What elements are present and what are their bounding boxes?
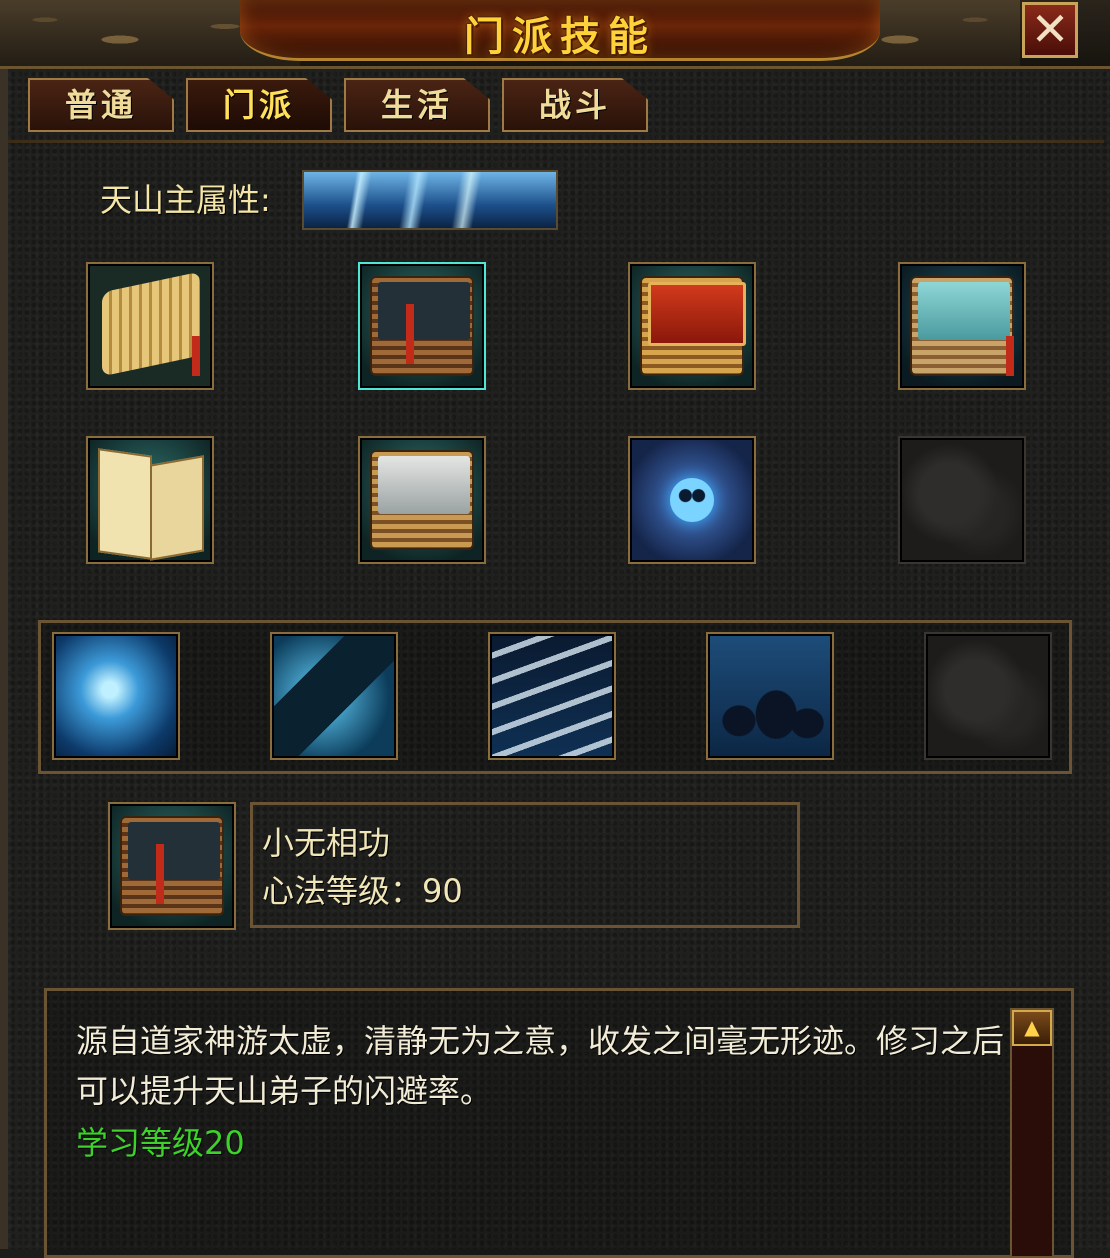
empty-book-slot[interactable] (898, 436, 1026, 564)
skill-level: 心法等级：90 (262, 872, 463, 910)
ice-swirl-icon[interactable] (52, 632, 180, 760)
learn-requirement: 学习等级20 (76, 1124, 245, 1162)
skull-scroll-icon[interactable] (628, 436, 756, 564)
dark-book-icon[interactable] (358, 262, 486, 390)
selected-skill-icon (108, 802, 236, 930)
scroll-up-button[interactable]: ▲ (1012, 1010, 1052, 1046)
tab-life[interactable]: 生活 (344, 78, 490, 132)
attribute-label: 天山主属性: (100, 181, 271, 219)
tab-normal[interactable]: 普通 (28, 78, 174, 132)
empty-skill-slot[interactable] (924, 632, 1052, 760)
title-bar: 门派技能 ✕ (0, 0, 1110, 69)
open-manual-icon[interactable] (86, 436, 214, 564)
attribute-ice-icon (302, 170, 558, 230)
close-button[interactable]: ✕ (1022, 2, 1078, 58)
snow-slope-icon[interactable] (488, 632, 616, 760)
red-manual-icon[interactable] (628, 262, 756, 390)
tab-sect[interactable]: 门派 (186, 78, 332, 132)
bamboo-scroll-icon[interactable] (86, 262, 214, 390)
skill-name: 小无相功 (262, 824, 391, 862)
grey-book-icon[interactable] (358, 436, 486, 564)
shadow-figures-icon[interactable] (706, 632, 834, 760)
tab-divider (8, 140, 1104, 143)
tab-combat[interactable]: 战斗 (502, 78, 648, 132)
window-title: 门派技能 (464, 14, 656, 60)
ice-kick-icon[interactable] (270, 632, 398, 760)
skill-description: 源自道家神游太虚，清静无为之意，收发之间毫无形迹。修习之后可以提升天山弟子的闪避… (76, 1022, 1005, 1110)
blue-bound-book-icon[interactable] (898, 262, 1026, 390)
